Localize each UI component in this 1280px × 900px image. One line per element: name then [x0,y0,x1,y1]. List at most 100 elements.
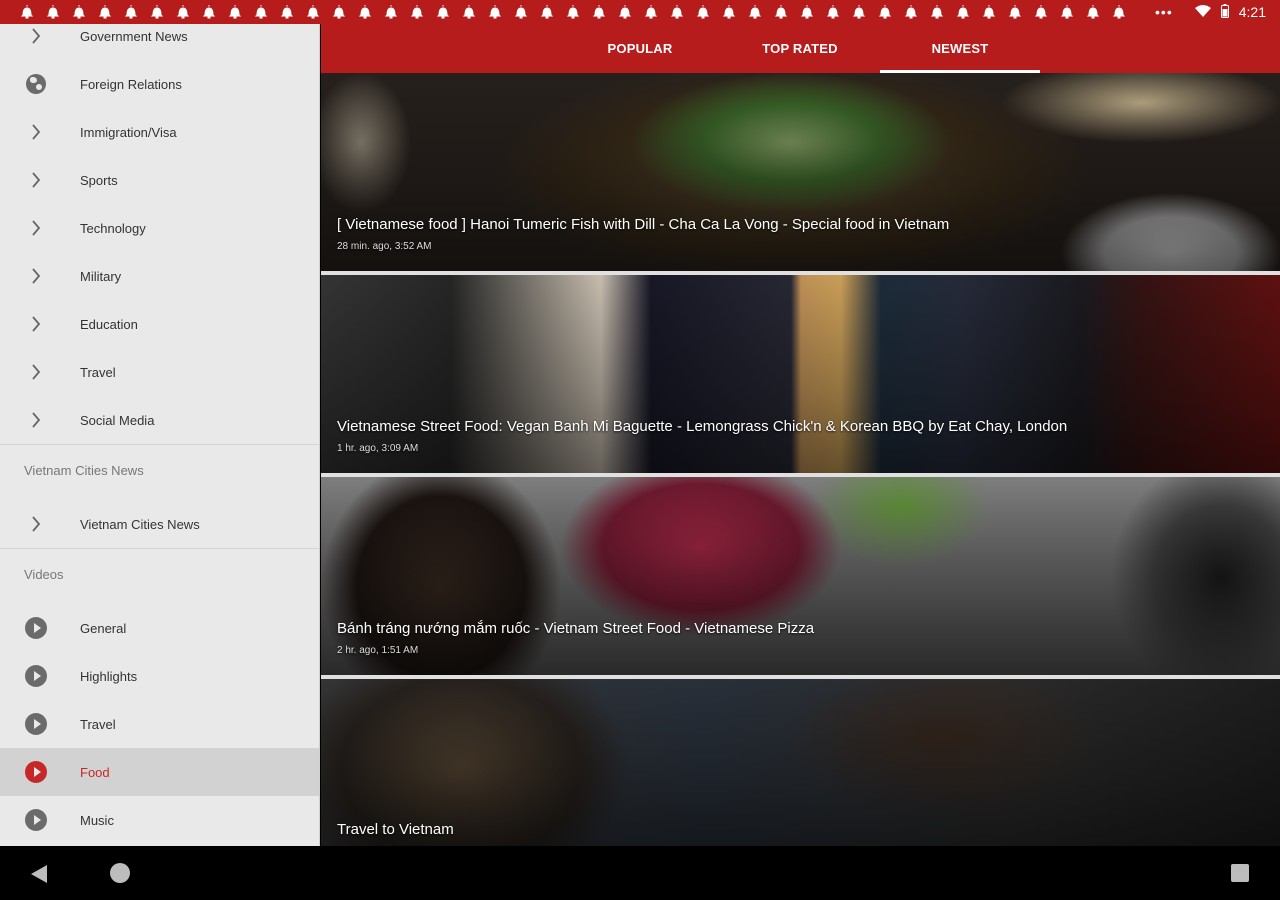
drawer-item-label: Immigration/Visa [80,124,177,140]
drawer-item-label: Food [80,764,110,780]
video-meta: 2 hr. ago, 1:51 AM [337,645,419,656]
bell-icon [196,0,222,24]
bell-icon [534,0,560,24]
system-nav-bar [0,846,1280,900]
recents-square-icon[interactable] [1231,864,1249,882]
clock: 4:21 [1238,4,1266,20]
drawer-item-label: Highlights [80,668,138,684]
drawer-item-highlights[interactable]: Highlights [0,652,319,700]
tab-newest[interactable]: NEWEST [880,24,1040,73]
drawer-item-food[interactable]: Food [0,748,319,796]
video-card[interactable]: Vietnamese Street Food: Vegan Banh Mi Ba… [321,275,1280,473]
bell-icon [586,0,612,24]
bell-icon [560,0,586,24]
bell-icon [378,0,404,24]
drawer-item-label: Travel [80,364,116,380]
drawer-item-social-media[interactable]: Social Media [0,396,319,444]
bell-icon [1054,0,1080,24]
play-circle-icon [24,616,48,640]
video-title: [ Vietnamese food ] Hanoi Tumeric Fish w… [337,216,950,233]
drawer-item-travel[interactable]: Travel [0,348,319,396]
bell-icon [950,0,976,24]
battery-icon [1220,3,1229,21]
video-title: Vietnamese Street Food: Vegan Banh Mi Ba… [337,418,1068,435]
bell-icon [274,0,300,24]
drawer-item-travel[interactable]: Travel [0,700,319,748]
drawer-item-sports[interactable]: Sports [0,156,319,204]
drawer-item-foreign-relations[interactable]: Foreign Relations [0,60,319,108]
bell-icon [508,0,534,24]
bell-icon [872,0,898,24]
bell-icon [1080,0,1106,24]
bell-icon [664,0,690,24]
bell-icon [612,0,638,24]
drawer-item-label: Music [80,812,114,828]
bell-icon [924,0,950,24]
chevron-right-icon [24,408,48,432]
drawer-item-label: General [80,620,127,636]
back-triangle-icon[interactable] [31,865,47,883]
drawer-item-label: Sports [80,172,118,188]
bell-icon [482,0,508,24]
drawer-item-immigration-visa[interactable]: Immigration/Visa [0,108,319,156]
bell-icon [794,0,820,24]
drawer-item-label: Government News [80,28,188,44]
drawer-item-label: Foreign Relations [80,76,182,92]
chevron-right-icon [24,312,48,336]
bell-icon [976,0,1002,24]
bell-icon [820,0,846,24]
bell-icon [898,0,924,24]
bell-icon [352,0,378,24]
video-title: Travel to Vietnam [337,821,454,838]
bell-icon [430,0,456,24]
drawer-item-technology[interactable]: Technology [0,204,319,252]
bell-icon [144,0,170,24]
bell-icon [326,0,352,24]
drawer-item-music[interactable]: Music [0,796,319,844]
play-circle-icon [24,760,48,784]
section-header-videos: Videos [0,548,319,604]
video-card[interactable]: [ Vietnamese food ] Hanoi Tumeric Fish w… [321,73,1280,271]
bell-icon [638,0,664,24]
drawer-item-label: Social Media [80,412,155,428]
drawer-item-education[interactable]: Education [0,300,319,348]
drawer-item-government-news[interactable]: Government News [0,24,319,60]
video-card[interactable]: Travel to Vietnam [321,679,1280,846]
play-circle-icon [24,664,48,688]
home-circle-icon[interactable] [110,863,130,883]
drawer-item-label: Military [80,268,122,284]
bell-icon [300,0,326,24]
chevron-right-icon [24,360,48,384]
bell-icon [40,0,66,24]
drawer-item-military[interactable]: Military [0,252,319,300]
chevron-right-icon [24,512,48,536]
drawer-item-label: Travel [80,716,116,732]
status-bar: ••• 4:21 [0,0,1280,24]
tab-popular[interactable]: POPULAR [560,24,720,73]
bell-icon [456,0,482,24]
chevron-right-icon [24,216,48,240]
bell-icon [716,0,742,24]
drawer-item-label: Education [80,316,138,332]
play-circle-icon [24,808,48,832]
bell-icon [248,0,274,24]
drawer-item-general[interactable]: General [0,604,319,652]
bell-icon [1002,0,1028,24]
bell-icon [404,0,430,24]
chevron-right-icon [24,24,48,48]
more-dots-icon: ••• [1155,4,1173,20]
tab-top-rated[interactable]: TOP RATED [720,24,880,73]
chevron-right-icon [24,264,48,288]
wifi-icon [1194,4,1211,20]
bell-icon [768,0,794,24]
chevron-right-icon [24,120,48,144]
video-card[interactable]: Bánh tráng nướng mắm ruốc - Vietnam Stre… [321,477,1280,675]
globe-icon [24,72,48,96]
navigation-drawer: Government News Foreign Relations Immigrat… [0,24,320,846]
drawer-item-label: Technology [80,220,146,236]
bell-icon [170,0,196,24]
bell-icon [66,0,92,24]
bell-icon [1028,0,1054,24]
drawer-item-vietnam-cities-news[interactable]: Vietnam Cities News [0,500,319,548]
section-header-vietnam-cities: Vietnam Cities News [0,444,319,500]
